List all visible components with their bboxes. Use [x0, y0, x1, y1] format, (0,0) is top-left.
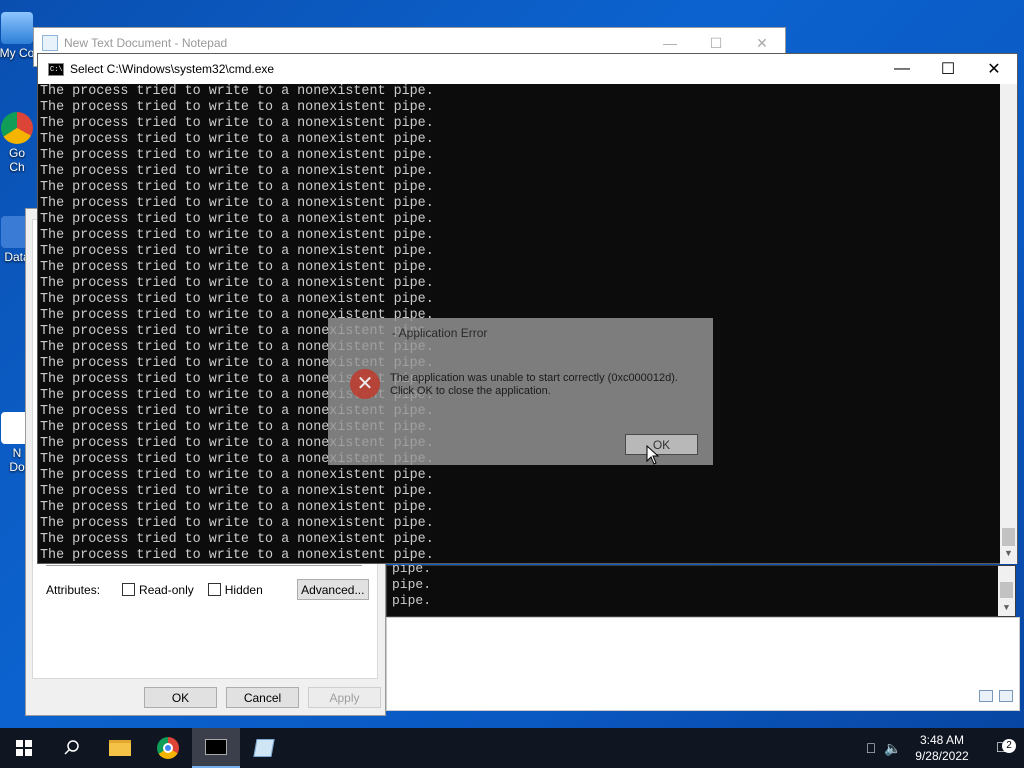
console-line: The process tried to write to a nonexist…: [40, 532, 434, 547]
cmd-scroll-thumb[interactable]: [1002, 528, 1015, 546]
notepad-minimize-button[interactable]: —: [647, 35, 693, 52]
notepad-title: New Text Document - Notepad: [64, 36, 228, 50]
taskbar-notepad[interactable]: [240, 728, 288, 768]
notification-count-badge: 2: [1002, 739, 1016, 753]
secondary-console-scrollbar[interactable]: ▼: [998, 566, 1015, 616]
windows-logo-icon: [16, 740, 32, 756]
cmd-minimize-button[interactable]: —: [879, 54, 925, 84]
chrome-shortcut-icon: [1, 112, 33, 144]
cmd-maximize-button[interactable]: ☐: [925, 54, 971, 84]
taskbar-file-explorer[interactable]: [96, 728, 144, 768]
cmd-scroll-down-icon[interactable]: ▼: [1000, 548, 1017, 558]
cmd-close-button[interactable]: ✕: [971, 54, 1017, 84]
system-tray: ⎕ 🔈 3:48 AM 9/28/2022 □ 2: [860, 728, 1024, 768]
notepad-maximize-button[interactable]: ☐: [693, 35, 739, 52]
hidden-checkbox[interactable]: Hidden: [207, 582, 263, 597]
apply-button[interactable]: Apply: [308, 687, 381, 708]
console-line: The process tried to write to a nonexist…: [40, 500, 434, 515]
clock-date: 9/28/2022: [915, 749, 969, 763]
console-line: The process tried to write to a nonexist…: [40, 260, 434, 275]
large-icons-view-icon[interactable]: [999, 690, 1013, 702]
console-line: The process tried to write to a nonexist…: [40, 180, 434, 195]
console-line: The process tried to write to a nonexist…: [40, 484, 434, 499]
details-view-icon[interactable]: [979, 690, 993, 702]
console-line: The process tried to write to a nonexist…: [40, 244, 434, 259]
cmd-taskbar-icon: [205, 739, 227, 755]
desktop-icon-label: My Co: [0, 46, 35, 60]
hidden-checkbox-box[interactable]: [207, 583, 221, 596]
console-line: The process tried to write to a nonexist…: [40, 468, 434, 483]
readonly-checkbox[interactable]: Read-only: [122, 583, 194, 597]
readonly-label: Read-only: [139, 582, 194, 597]
desktop: My Co Go Ch Data N Do New Text Document …: [0, 0, 1024, 728]
secondary-console-window[interactable]: pipe. pipe. pipe. ▼: [386, 561, 1016, 617]
mouse-pointer-icon: [646, 445, 660, 465]
desktop-icon-label: N Do: [9, 446, 25, 474]
console-line: The process tried to write to a nonexist…: [40, 132, 434, 147]
cmd-window[interactable]: C:\ Select C:\Windows\system32\cmd.exe —…: [37, 53, 1018, 564]
cmd-titlebar[interactable]: C:\ Select C:\Windows\system32\cmd.exe —…: [38, 54, 1017, 84]
app-error-ok-button[interactable]: OK: [625, 434, 698, 455]
readonly-checkbox-box[interactable]: [122, 583, 136, 596]
notepad-close-button[interactable]: ✕: [739, 35, 785, 52]
explorer-window-fragment: [386, 617, 1020, 711]
application-error-dialog[interactable]: - Application Error ✕ The application wa…: [328, 318, 713, 465]
secondary-scroll-thumb[interactable]: [1000, 582, 1013, 598]
start-button[interactable]: [0, 728, 48, 768]
attributes-row: Attributes: Read-only Hidden Advanced...: [46, 579, 369, 600]
notepad-icon: [42, 35, 58, 51]
app-error-message-line1: The application was unable to start corr…: [390, 372, 678, 384]
console-line: The process tried to write to a nonexist…: [40, 548, 434, 563]
hidden-label: Hidden: [224, 582, 263, 597]
secondary-console-line: pipe.: [392, 577, 432, 592]
search-button[interactable]: [48, 728, 96, 768]
console-line: The process tried to write to a nonexist…: [40, 148, 434, 163]
app-error-message: The application was unable to start corr…: [390, 372, 678, 398]
console-line: The process tried to write to a nonexist…: [40, 516, 434, 531]
console-line: The process tried to write to a nonexist…: [40, 100, 434, 115]
console-line: The process tried to write to a nonexist…: [40, 212, 434, 227]
console-line: The process tried to write to a nonexist…: [40, 164, 434, 179]
computer-icon: [1, 12, 33, 44]
console-line: The process tried to write to a nonexist…: [40, 276, 434, 291]
folder-icon: [109, 740, 131, 756]
cmd-vertical-scrollbar[interactable]: ▼: [1000, 84, 1017, 564]
volume-icon[interactable]: 🔈: [882, 740, 904, 757]
cmd-title: Select C:\Windows\system32\cmd.exe: [70, 62, 275, 76]
properties-button-row: OK Cancel Apply: [144, 687, 381, 708]
taskbar-chrome[interactable]: [144, 728, 192, 768]
advanced-button[interactable]: Advanced...: [296, 579, 369, 600]
app-error-title: - Application Error: [392, 326, 488, 340]
attributes-label: Attributes:: [46, 582, 101, 597]
chrome-icon: [157, 737, 179, 759]
error-icon: ✕: [350, 369, 380, 399]
secondary-console-line: pipe.: [392, 593, 432, 608]
taskbar: ⎕ 🔈 3:48 AM 9/28/2022 □ 2: [0, 728, 1024, 768]
notepad-taskbar-icon: [253, 739, 275, 757]
console-line: The process tried to write to a nonexist…: [40, 196, 434, 211]
desktop-icon-label: Go Ch: [8, 146, 25, 174]
network-icon[interactable]: ⎕: [860, 740, 882, 757]
console-line: The process tried to write to a nonexist…: [40, 228, 434, 243]
console-line: The process tried to write to a nonexist…: [40, 292, 434, 307]
properties-separator: [46, 565, 362, 566]
cmd-app-icon: C:\: [48, 62, 64, 76]
search-icon: [64, 740, 79, 755]
secondary-scroll-down-icon[interactable]: ▼: [998, 600, 1015, 616]
ok-button[interactable]: OK: [144, 687, 217, 708]
console-line: The process tried to write to a nonexist…: [40, 116, 434, 131]
view-toggle-group: [979, 690, 1013, 702]
cancel-button[interactable]: Cancel: [226, 687, 299, 708]
app-error-message-line2: Click OK to close the application.: [390, 385, 551, 397]
taskbar-cmd[interactable]: [192, 728, 240, 768]
clock-time: 3:48 AM: [919, 733, 965, 747]
action-center-button[interactable]: □ 2: [980, 739, 1024, 757]
clock[interactable]: 3:48 AM 9/28/2022: [904, 732, 980, 764]
console-line: The process tried to write to a nonexist…: [40, 84, 434, 99]
